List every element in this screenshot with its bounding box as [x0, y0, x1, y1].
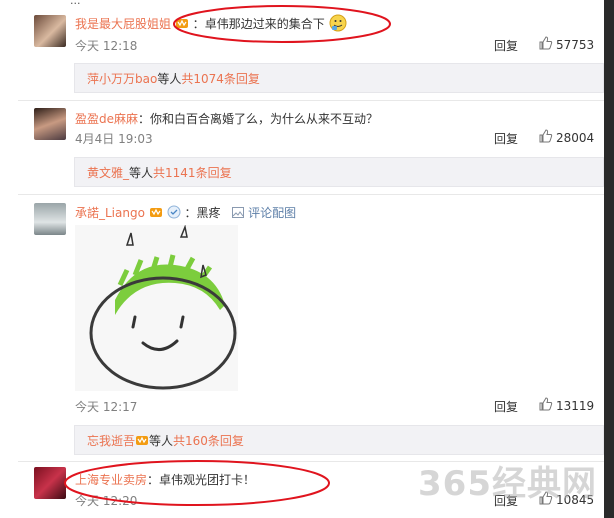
separator: ： — [138, 112, 151, 126]
window-edge — [604, 0, 614, 518]
comment-text: 黑疼 — [196, 206, 221, 220]
sub-reply-summary[interactable]: 忘我逝吾 等人 共160条回复 — [74, 425, 604, 455]
username[interactable]: 我是最大屁股姐姐 — [75, 17, 171, 31]
avatar[interactable] — [34, 15, 66, 47]
like-count: 28004 — [556, 130, 595, 145]
avatar[interactable] — [34, 467, 66, 499]
reply-button[interactable]: 回复 — [494, 398, 518, 415]
smiley-drawing — [75, 224, 238, 391]
verified-badge-icon — [167, 205, 181, 219]
comment-time: 今天 12:20 — [75, 494, 138, 508]
divider — [18, 100, 604, 101]
like-button[interactable]: 57753 — [539, 36, 594, 53]
smile-emoji-icon — [329, 14, 347, 32]
like-button[interactable]: 13119 — [539, 397, 594, 414]
thumbs-up-icon — [539, 397, 553, 414]
username[interactable]: 盈盈de麻麻 — [75, 112, 138, 126]
sub-reply-mid: 等人 — [157, 71, 182, 86]
divider — [18, 194, 604, 195]
comment-line: 我是最大屁股姐姐 ：卓伟那边过来的集合下 — [75, 14, 347, 32]
picture-icon — [232, 206, 245, 220]
comment-text: 你和白百合离婚了么，为什么从来不互动？ — [150, 112, 379, 126]
picture-link[interactable]: 评论配图 — [232, 206, 296, 220]
comment-time: 4月4日 19:03 — [75, 132, 153, 146]
vip-crown-icon — [135, 433, 149, 447]
site-watermark: 365经典网 — [418, 464, 597, 504]
username[interactable]: 上海专业卖房 — [75, 473, 147, 487]
sub-reply-user[interactable]: 忘我逝吾 — [87, 432, 135, 449]
sub-reply-count[interactable]: 共1141条回复 — [153, 164, 232, 181]
separator: ： — [192, 17, 205, 31]
avatar[interactable] — [34, 203, 66, 235]
vip-crown-icon — [175, 16, 189, 30]
thumbs-up-icon — [539, 129, 553, 146]
sub-reply-mid: 等人 — [149, 433, 174, 448]
comment-line: 承諾_Liango ：黑疼 评论配图 — [75, 204, 296, 221]
thumbs-up-icon — [539, 36, 553, 53]
comment-text: 卓伟那边过来的集合下 — [204, 17, 325, 31]
previous-comment-fragment: ... — [70, 0, 210, 6]
reply-button[interactable]: 回复 — [494, 37, 518, 54]
like-count: 57753 — [556, 37, 595, 52]
avatar[interactable] — [34, 108, 66, 140]
vip-crown-icon — [149, 205, 163, 219]
comment-time: 今天 12:18 — [75, 39, 138, 53]
sub-reply-user[interactable]: 黄文雅_ — [87, 164, 129, 181]
sub-reply-user[interactable]: 萍小万万bao — [87, 70, 157, 87]
like-count: 13119 — [556, 398, 595, 413]
username[interactable]: 承諾_Liango — [75, 206, 145, 220]
comment-line: 盈盈de麻麻：你和白百合离婚了么，为什么从来不互动？ — [75, 110, 378, 127]
separator: ： — [147, 473, 160, 487]
comment-image[interactable] — [75, 224, 238, 391]
sub-reply-count[interactable]: 共160条回复 — [173, 432, 244, 449]
separator: ： — [184, 206, 197, 220]
sub-reply-summary[interactable]: 黄文雅_ 等人 共1141条回复 — [74, 157, 604, 187]
reply-button[interactable]: 回复 — [494, 130, 518, 147]
comment-time: 今天 12:17 — [75, 400, 138, 414]
sub-reply-summary[interactable]: 萍小万万bao 等人 共1074条回复 — [74, 63, 604, 93]
sub-reply-count[interactable]: 共1074条回复 — [181, 70, 260, 87]
like-button[interactable]: 28004 — [539, 129, 594, 146]
comment-line: 上海专业卖房：卓伟观光团打卡！ — [75, 471, 255, 488]
comment-text: 卓伟观光团打卡！ — [159, 473, 256, 487]
sub-reply-mid: 等人 — [129, 165, 154, 180]
picture-link-label: 评论配图 — [248, 206, 297, 220]
